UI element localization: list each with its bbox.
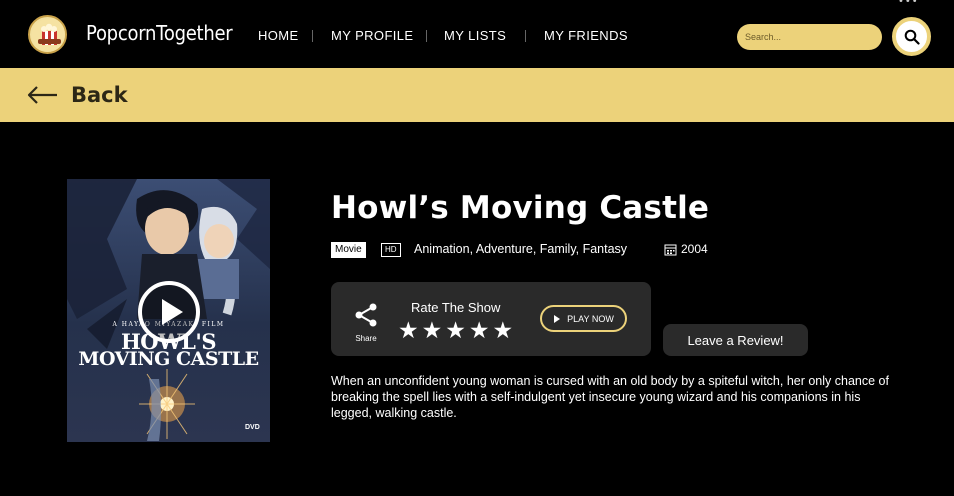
back-button[interactable]: Back (27, 80, 128, 110)
quality-badge: HD (381, 243, 401, 257)
search-icon (904, 29, 920, 45)
nav-divider (312, 30, 313, 42)
play-now-label: PLAY NOW (567, 313, 614, 324)
calendar-icon (664, 244, 677, 255)
nav-divider (525, 30, 526, 42)
search-button[interactable] (892, 17, 931, 56)
movie-description: When an unconfident young woman is curse… (331, 374, 889, 420)
brand-name[interactable]: PopcornTogether (86, 21, 233, 45)
year-text: 2004 (681, 242, 708, 256)
star-3[interactable]: ★ (445, 317, 466, 345)
star-4[interactable]: ★ (469, 317, 490, 345)
more-options-icon[interactable]: ••• (898, 0, 919, 7)
movie-genres: Animation, Adventure, Family, Fantasy (414, 242, 628, 256)
action-card: Share Rate The Show ★ ★ ★ ★ ★ PLAY NOW (331, 282, 651, 356)
star-rating[interactable]: ★ ★ ★ ★ ★ (398, 317, 513, 345)
play-now-button[interactable]: PLAY NOW (540, 305, 627, 332)
search-input[interactable] (737, 24, 882, 50)
nav-home[interactable]: HOME (258, 28, 299, 43)
movie-poster[interactable]: A HAYAO MIYAZAKI FILM HOWL'S MOVING CAST… (67, 179, 270, 442)
poster-title-line2: MOVING CASTLE (78, 348, 259, 370)
star-2[interactable]: ★ (422, 317, 443, 345)
play-icon (162, 299, 183, 325)
star-5[interactable]: ★ (493, 317, 514, 345)
back-bar: Back (0, 68, 954, 122)
release-year: 2004 (664, 242, 708, 256)
share-icon (355, 303, 377, 327)
nav-divider (426, 30, 427, 42)
share-label: Share (355, 334, 377, 343)
play-icon (554, 314, 561, 323)
rate-label: Rate The Show (411, 300, 501, 315)
nav-my-profile[interactable]: MY PROFILE (331, 28, 414, 43)
type-badge: Movie (331, 242, 366, 258)
leave-review-button[interactable]: Leave a Review! (663, 324, 808, 356)
share-button[interactable]: Share (351, 302, 381, 343)
top-navbar: PopcornTogether HOME MY PROFILE MY LISTS… (0, 0, 954, 68)
nav-my-lists[interactable]: MY LISTS (444, 28, 506, 43)
dvd-label: DVD (245, 424, 260, 431)
poster-play-button[interactable] (138, 281, 200, 343)
nav-my-friends[interactable]: MY FRIENDS (544, 28, 628, 43)
movie-title: Howl’s Moving Castle (331, 190, 710, 226)
back-label: Back (71, 83, 128, 107)
arrow-left-icon (27, 86, 57, 104)
star-1[interactable]: ★ (398, 317, 419, 345)
brand-logo[interactable] (28, 15, 67, 54)
